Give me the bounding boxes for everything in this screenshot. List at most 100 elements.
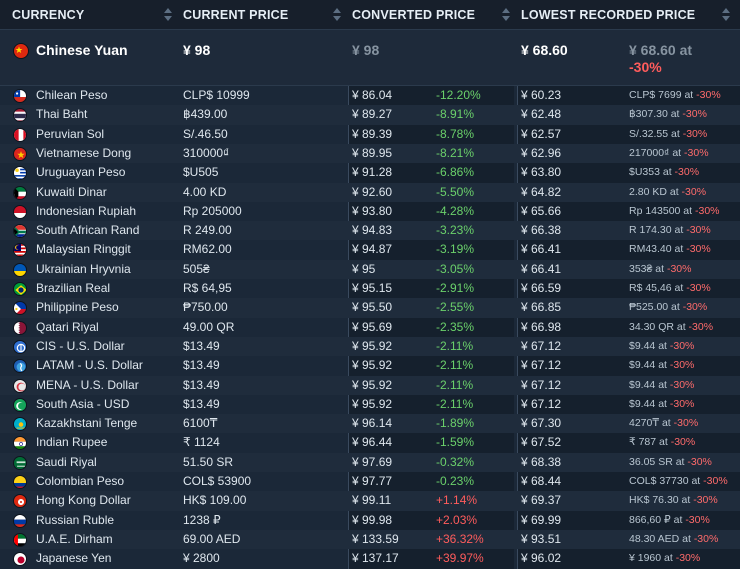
lowest-local-price: $9.44 at -30% <box>629 337 694 356</box>
converted-price: ¥ 89.39 <box>352 126 393 141</box>
price-change: -1.59% <box>436 435 475 450</box>
lowest-discount: -30% <box>681 185 707 198</box>
lowest-price: ¥ 66.85 <box>521 300 562 315</box>
featured-lowest-local: ¥ 68.60 at <box>629 42 693 58</box>
lowest-price: ¥ 68.44 <box>521 474 562 488</box>
table-row[interactable]: Peruvian Sol S/.46.50 ¥ 89.39 -8.78% ¥ 62.57… <box>0 125 740 144</box>
converted-price: ¥ 95.50 <box>352 300 393 315</box>
converted-price: ¥ 96.44 <box>352 435 393 450</box>
lowest-discount: -30% <box>673 417 699 430</box>
lowest-local-amount: ฿307.30 at <box>629 108 680 121</box>
lowest-local-amount: $9.44 at <box>629 359 667 372</box>
converted-price: ¥ 94.83 <box>352 223 393 238</box>
lowest-local-price: $9.44 at -30% <box>629 376 694 395</box>
kazakhstan-flag-icon <box>13 417 27 432</box>
table-row[interactable]: Kuwaiti Dinar 4.00 KD ¥ 92.60 -5.50% ¥ 64.82… <box>0 182 740 202</box>
table-row[interactable]: Ukrainian Hryvnia 505₴ ¥ 95 -3.05% ¥ 66.41 35… <box>0 259 740 279</box>
lowest-discount: -30% <box>703 475 728 487</box>
lowest-discount: -30% <box>669 378 695 391</box>
current-price: 49.00 QR <box>183 319 235 334</box>
price-change: +2.03% <box>436 512 478 527</box>
table-header: CURRENCY CURRENT PRICE CONVERTED PRICE L… <box>0 0 740 30</box>
converted-price: ¥ 92.60 <box>352 184 393 199</box>
lowest-price: ¥ 62.57 <box>521 126 562 141</box>
table-row[interactable]: Hong Kong Dollar HK$ 109.00 ¥ 99.11 +1.14% ¥… <box>0 491 740 511</box>
price-change: +36.32% <box>436 531 484 546</box>
lowest-price: ¥ 69.37 <box>521 493 562 508</box>
table-row[interactable]: CIS - U.S. Dollar $13.49 ¥ 95.92 -2.11% ¥ 67… <box>0 336 740 357</box>
table-row[interactable]: Colombian Peso COL$ 53900 ¥ 97.77 -0.23% ¥ 6… <box>0 472 740 491</box>
header-converted-price[interactable]: CONVERTED PRICE <box>352 0 475 30</box>
chile-flag-icon <box>13 89 27 103</box>
converted-price: ¥ 93.80 <box>352 203 393 218</box>
table-row[interactable]: South Asia - USD $13.49 ¥ 95.92 -2.11% ¥ 67.… <box>0 395 740 414</box>
converted-price: ¥ 95.15 <box>352 281 393 295</box>
price-change: -2.11% <box>436 338 474 353</box>
currency-name: Uruguayan Peso <box>36 165 126 180</box>
colombia-flag-icon <box>13 475 27 489</box>
table-row[interactable]: LATAM - U.S. Dollar $13.49 ¥ 95.92 -2.11% ¥ … <box>0 356 740 375</box>
header-lowest-recorded-price[interactable]: LOWEST RECORDED PRICE <box>521 0 695 30</box>
sort-currency-icon[interactable] <box>164 8 172 22</box>
lowest-local-amount: Rp 143500 at <box>629 204 693 217</box>
lowest-local-amount: $9.44 at <box>629 339 667 352</box>
lowest-local-price: $U353 at -30% <box>629 163 699 182</box>
table-row[interactable]: Kazakhstani Tenge 6100₸ ¥ 96.14 -1.89% ¥ 67.… <box>0 414 740 434</box>
table-row[interactable]: Thai Baht ฿439.00 ¥ 89.27 -8.91% ¥ 62.48 ฿307… <box>0 105 740 125</box>
converted-price: ¥ 94.87 <box>352 242 393 257</box>
sort-lowest-price-icon[interactable] <box>722 8 730 22</box>
lowest-discount: -30% <box>693 494 718 507</box>
featured-row[interactable]: Chinese Yuan ¥ 98 ¥ 98 ¥ 68.60 ¥ 68.60 a… <box>0 30 740 86</box>
header-current-price[interactable]: CURRENT PRICE <box>183 0 288 30</box>
table-row[interactable]: South African Rand R 249.00 ¥ 94.83 -3.23% ¥… <box>0 221 740 241</box>
table-row[interactable]: U.A.E. Dirham 69.00 AED ¥ 133.59 +36.32% ¥ 9… <box>0 529 740 550</box>
price-change: +1.14% <box>436 493 478 508</box>
price-change: -3.19% <box>436 242 475 257</box>
current-price: $13.49 <box>183 396 220 411</box>
table-row[interactable]: Brazilian Real R$ 64,95 ¥ 95.15 -2.91% ¥ 66.… <box>0 279 740 298</box>
lowest-price: ¥ 67.30 <box>521 416 562 431</box>
lowest-discount: -30% <box>688 320 714 333</box>
currency-name: Peruvian Sol <box>36 126 105 141</box>
converted-price: ¥ 89.27 <box>352 107 393 122</box>
table-row[interactable]: Philippine Peso ₱750.00 ¥ 95.50 -2.55% ¥ 66.… <box>0 298 740 318</box>
table-row[interactable]: Japanese Yen ¥ 2800 ¥ 137.17 +39.97% ¥ 96.02… <box>0 549 740 568</box>
header-currency[interactable]: CURRENCY <box>12 0 84 30</box>
uae-flag-icon <box>13 532 27 547</box>
lowest-local-amount: ¥ 1960 at <box>629 552 673 565</box>
table-row[interactable]: Indian Rupee ₹ 1124 ¥ 96.44 -1.59% ¥ 67.52 ₹ … <box>0 433 740 452</box>
table-row[interactable]: Indonesian Rupiah Rp 205000 ¥ 93.80 -4.28% ¥… <box>0 202 740 221</box>
currency-name: Indian Rupee <box>36 435 108 450</box>
lowest-local-price: R 174.30 at -30% <box>629 221 711 240</box>
lowest-discount: -30% <box>696 89 721 101</box>
table-row[interactable]: MENA - U.S. Dollar $13.49 ¥ 95.92 -2.11% ¥ 6… <box>0 375 740 395</box>
table-row[interactable]: Uruguayan Peso $U505 ¥ 91.28 -6.86% ¥ 63.80 $… <box>0 163 740 182</box>
converted-price: ¥ 96.14 <box>352 416 393 431</box>
currency-name: U.A.E. Dirham <box>36 531 113 546</box>
ukraine-flag-icon <box>13 262 27 277</box>
table-row[interactable]: Malaysian Ringgit RM62.00 ¥ 94.87 -3.19% ¥ 6… <box>0 240 740 259</box>
lowest-price: ¥ 96.02 <box>521 551 562 566</box>
current-price: 1238 ₽ <box>183 512 221 527</box>
table-row[interactable]: Vietnamese Dong 310000₫ ¥ 89.95 -8.21% ¥ 62.… <box>0 143 740 164</box>
table-row[interactable]: Saudi Riyal 51.50 SR ¥ 97.69 -0.32% ¥ 68.38 3… <box>0 452 740 472</box>
sort-current-price-icon[interactable] <box>333 8 341 22</box>
lowest-discount: -30% <box>669 397 695 410</box>
qatar-flag-icon <box>13 320 27 335</box>
current-price: ¥ 2800 <box>183 551 220 566</box>
price-change: -0.23% <box>436 474 475 488</box>
lowest-price: ¥ 67.12 <box>521 338 562 353</box>
featured-current-price: ¥ 98 <box>183 42 211 58</box>
lowest-local-price: Rp 143500 at -30% <box>629 202 720 221</box>
sort-converted-price-icon[interactable] <box>502 8 510 22</box>
lowest-local-price: $9.44 at -30% <box>629 395 694 414</box>
currency-name: MENA - U.S. Dollar <box>36 377 139 392</box>
price-change: -12.20% <box>436 88 481 102</box>
current-price: R$ 64,95 <box>183 281 232 295</box>
converted-price: ¥ 95.69 <box>352 319 393 334</box>
table-row[interactable]: Chilean Peso CLP$ 10999 ¥ 86.04 -12.20% ¥ 60… <box>0 86 740 105</box>
table-row[interactable]: Qatari Riyal 49.00 QR ¥ 95.69 -2.35% ¥ 66.98… <box>0 318 740 337</box>
vietnam-flag-icon <box>13 146 27 161</box>
lowest-price: ¥ 62.48 <box>521 107 562 122</box>
table-row[interactable]: Russian Ruble 1238 ₽ ¥ 99.98 +2.03% ¥ 69.99 8… <box>0 511 740 530</box>
